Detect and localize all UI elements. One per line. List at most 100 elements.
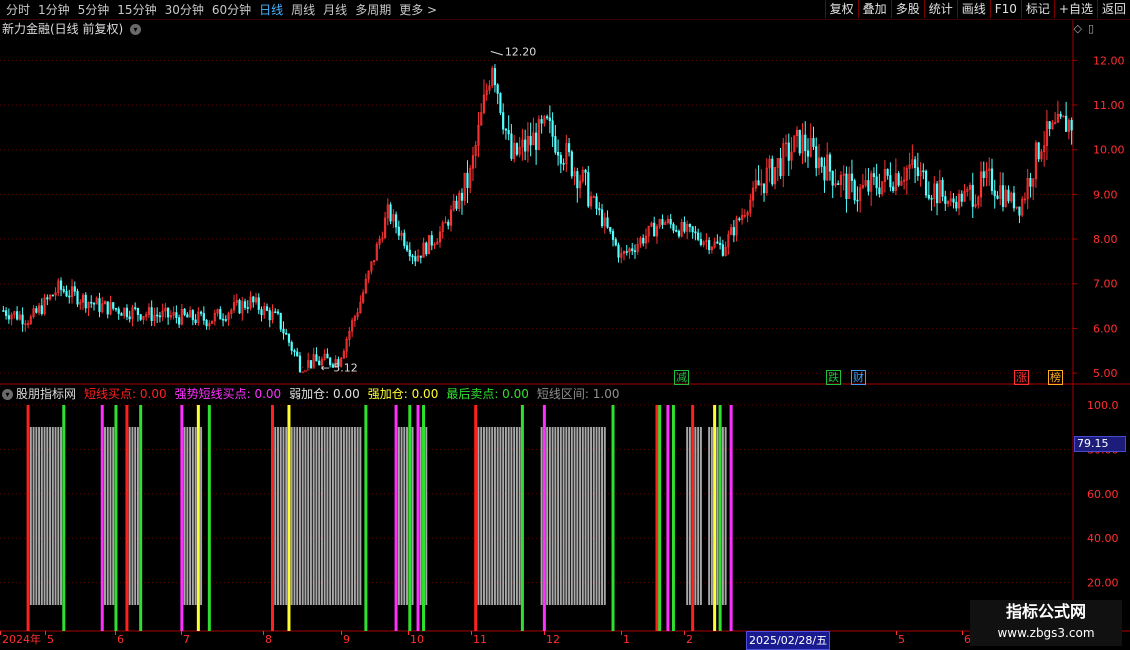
candle-body-277: [762, 183, 766, 194]
candle-body-301: [828, 154, 832, 172]
ind-bar-3-66: [183, 427, 186, 605]
candle-body-337: [927, 194, 930, 199]
ind-bar-4-115: [318, 427, 321, 605]
candle-body-262: [721, 244, 724, 256]
candle-body-182: [502, 112, 505, 130]
signal-line-12: [394, 405, 398, 631]
ind-bar-4-105: [290, 427, 293, 605]
date-tick-3: [181, 631, 182, 635]
candle-body-199: [548, 117, 551, 121]
ind-bar-10-262: [721, 427, 724, 605]
ind-bar-4-120: [331, 427, 334, 605]
event-tag-rank[interactable]: 榜: [1048, 370, 1063, 385]
candle-body-146: [403, 232, 406, 246]
ind-bar-8-207: [570, 427, 573, 605]
ind-bar-8-204: [562, 427, 565, 605]
date-label-7: 11: [473, 633, 487, 646]
candle-body-154: [425, 242, 428, 255]
ind-bar-3-72: [200, 427, 203, 605]
candle-body-194: [535, 132, 538, 150]
candle-body-7: [21, 314, 24, 325]
candle-body-240: [661, 219, 664, 225]
candle-body-311: [856, 199, 859, 202]
candle-body-100: [276, 311, 280, 314]
candle-body-18: [51, 294, 54, 297]
ind-bar-9-252: [694, 427, 697, 605]
candle-body-114: [315, 354, 318, 362]
candle-body-94: [260, 309, 263, 316]
ind-bar-8-198: [546, 427, 549, 605]
signal-line-2: [100, 405, 104, 631]
signal-line-5: [139, 405, 143, 631]
indicator-menu-icon[interactable]: ▾: [2, 389, 13, 400]
ind-bar-1-37: [104, 427, 106, 605]
ind-bar-5-149: [411, 427, 414, 605]
candle-body-212: [584, 169, 587, 173]
ind-bar-0-21: [60, 427, 63, 605]
candle-body-26: [73, 286, 76, 292]
candle-body-317: [872, 173, 876, 178]
candle-body-357: [982, 171, 985, 178]
candle-body-46: [128, 316, 131, 320]
ind-bar-0-17: [49, 427, 52, 605]
date-label-6: 10: [410, 633, 424, 646]
candle-body-310: [853, 180, 856, 201]
ind-bar-4-107: [296, 427, 299, 605]
date-label-0: 2024年: [2, 633, 41, 646]
ind-bar-3-68: [189, 427, 192, 605]
ind-bar-0-13: [38, 427, 41, 605]
candle-body-370: [1018, 206, 1021, 216]
ind-bar-4-100: [277, 427, 279, 605]
ind-bar-4-119: [329, 427, 332, 605]
event-tag-rise[interactable]: 涨: [1014, 370, 1029, 385]
ind-bar-0-19: [54, 427, 57, 605]
candle-body-54: [150, 307, 153, 321]
candle-body-89: [246, 307, 249, 309]
signal-line-4: [125, 405, 129, 631]
indicator-name[interactable]: 股朋指标网: [16, 387, 76, 401]
ind-bar-8-199: [548, 427, 551, 605]
ind-bar-7-186: [513, 427, 516, 605]
event-tag-reduce[interactable]: 减: [674, 370, 689, 385]
candle-body-169: [466, 172, 469, 188]
date-label-3: 7: [183, 633, 190, 646]
candle-body-190: [524, 139, 527, 152]
candle-body-335: [922, 170, 925, 173]
ind-bar-3-70: [194, 427, 197, 605]
date-tick-13: [962, 631, 963, 635]
ind-bar-4-102: [282, 427, 285, 605]
event-tag-drop[interactable]: 跌: [826, 370, 841, 385]
legend-item-0: 短线买点: 0.00: [84, 387, 167, 401]
date-tick-2: [115, 631, 116, 635]
candle-body-360: [990, 168, 994, 191]
candle-body-118: [326, 353, 329, 359]
candle-body-307: [845, 173, 848, 199]
candle-body-260: [716, 241, 719, 244]
signal-line-8: [207, 405, 211, 631]
event-tag-finance[interactable]: 财: [851, 370, 866, 385]
ind-bar-2-49: [136, 427, 139, 605]
candle-body-57: [158, 315, 162, 318]
signal-line-3: [114, 405, 118, 631]
candle-body-245: [675, 230, 678, 232]
ind-label-4: 20.00: [1087, 577, 1119, 590]
candle-body-315: [867, 180, 870, 192]
ind-bar-8-218: [601, 427, 603, 605]
ind-bar-0-14: [40, 427, 43, 605]
ind-bar-8-206: [568, 427, 571, 605]
candle-body-148: [408, 249, 411, 257]
ind-bar-8-203: [559, 427, 562, 605]
candle-body-67: [186, 314, 189, 318]
date-label-9: 1: [623, 633, 630, 646]
price-label-1: 11.00: [1093, 99, 1125, 112]
chart-canvas[interactable]: 12.00 11.00 10.00 9.00 8.00 7.00 6.00 5.00 12.20…: [0, 0, 1130, 650]
candle-body-106: [293, 350, 296, 353]
candle-body-60: [167, 307, 170, 318]
ind-bar-4-112: [309, 427, 312, 605]
candle-body-24: [68, 295, 71, 298]
candle-body-220: [606, 217, 609, 228]
candle-body-318: [875, 176, 878, 189]
ind-bar-4-127: [351, 427, 354, 605]
candle-body-185: [510, 133, 513, 159]
ind-bar-7-179: [493, 427, 496, 605]
